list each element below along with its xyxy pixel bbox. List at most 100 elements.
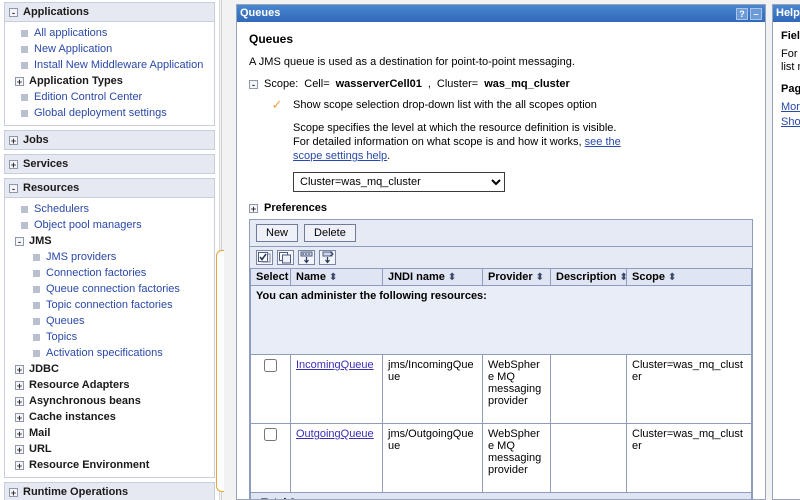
sort-icon[interactable]: ⬍ <box>536 272 544 283</box>
delete-button[interactable]: Delete <box>304 224 356 242</box>
sidebar-node-asynchronous-beans[interactable]: + Asynchronous beans <box>5 393 214 409</box>
table-header-name[interactable]: Name ⬍ <box>290 269 383 286</box>
expand-icon[interactable]: + <box>9 135 18 145</box>
resources-table: Select Name ⬍ JNDI name ⬍ Provider ⬍ Descriptio… <box>250 269 752 499</box>
help-portlet-titlebar: Help <box>773 5 800 22</box>
sidebar-item-jms-providers[interactable]: JMS providers <box>5 249 214 265</box>
table-header-provider[interactable]: Provider ⬍ <box>482 269 551 286</box>
nav-collapse-handle[interactable] <box>216 250 224 492</box>
sidebar-node-application-types[interactable]: + Application Types <box>5 73 214 89</box>
sidebar-item-topic-connection-factories[interactable]: Topic connection factories <box>5 297 214 313</box>
queue-name-link[interactable]: OutgoingQueue <box>296 428 374 440</box>
sidebar-item-global-deployment-settings[interactable]: Global deployment settings <box>5 105 214 121</box>
sort-icon[interactable]: ⬍ <box>448 272 456 283</box>
nav-group-header[interactable]: - Applications <box>5 3 214 22</box>
sort-icon[interactable]: ⬍ <box>329 272 337 283</box>
sidebar-item-new-application[interactable]: New Application <box>5 41 214 57</box>
nav-group-header[interactable]: - Resources <box>5 179 214 198</box>
scope-select[interactable]: Cluster=was_mq_cluster <box>293 172 505 192</box>
collapse-icon[interactable]: - <box>9 183 18 193</box>
sidebar-node-label: Mail <box>29 427 51 439</box>
sidebar-item-queues[interactable]: Queues <box>5 313 214 329</box>
sidebar-item-object-pool-managers[interactable]: Object pool managers <box>5 217 214 233</box>
row-select-checkbox[interactable] <box>264 428 277 441</box>
sidebar-item-label[interactable]: Topic connection factories <box>46 298 173 312</box>
queue-name-link[interactable]: IncomingQueue <box>296 359 374 371</box>
sidebar-item-topics[interactable]: Topics <box>5 329 214 345</box>
table-header-label: Description <box>556 271 617 283</box>
sort-icon[interactable]: ⬍ <box>668 272 676 283</box>
sidebar-node-label: URL <box>29 443 52 455</box>
table-header-description[interactable]: Description ⬍ <box>550 269 628 286</box>
sidebar-item-label[interactable]: Install New Middleware Application <box>34 58 203 72</box>
collapse-icon[interactable]: - <box>9 7 18 17</box>
expand-icon[interactable]: + <box>15 364 24 374</box>
sidebar-item-edition-control-center[interactable]: Edition Control Center <box>5 89 214 105</box>
scope-cell-label: Cell= <box>304 78 330 90</box>
sort-icon[interactable]: ⬍ <box>620 272 628 283</box>
sidebar-item-label[interactable]: All applications <box>34 26 107 40</box>
sidebar-node-resource-adapters[interactable]: + Resource Adapters <box>5 377 214 393</box>
nav-group-header[interactable]: + Services <box>5 155 214 173</box>
sidebar-item-label[interactable]: Queue connection factories <box>46 282 180 296</box>
sidebar-item-activation-specifications[interactable]: Activation specifications <box>5 345 214 361</box>
sidebar-item-label[interactable]: Edition Control Center <box>34 90 142 104</box>
expand-icon[interactable]: + <box>15 396 24 406</box>
table-header-scope[interactable]: Scope ⬍ <box>626 269 752 286</box>
sidebar-item-all-applications[interactable]: All applications <box>5 25 214 41</box>
nav-group-header[interactable]: + Runtime Operations <box>5 483 214 500</box>
row-provider-cell: WebSphere MQ messaging provider <box>482 423 551 493</box>
sidebar-item-label[interactable]: JMS providers <box>46 250 116 264</box>
deselect-all-icon[interactable] <box>277 250 294 265</box>
table-header-jndi-name[interactable]: JNDI name ⬍ <box>382 269 483 286</box>
sidebar-node-jdbc[interactable]: + JDBC <box>5 361 214 377</box>
portlet-help-icon[interactable]: ? <box>736 7 748 20</box>
nav-group-resources: - Resources Schedulers Object pool managers… <box>4 178 215 478</box>
new-button[interactable]: New <box>256 224 299 242</box>
sidebar-node-cache-instances[interactable]: + Cache instances <box>5 409 214 425</box>
sidebar-node-jms[interactable]: - JMS <box>5 233 214 249</box>
expand-icon[interactable]: + <box>15 412 24 422</box>
select-all-icon[interactable] <box>256 250 273 265</box>
sidebar-item-label[interactable]: Activation specifications <box>46 346 163 360</box>
show-filter-row-icon[interactable] <box>298 250 315 265</box>
expand-icon[interactable]: + <box>15 380 24 390</box>
sidebar-item-connection-factories[interactable]: Connection factories <box>5 265 214 281</box>
expand-icon[interactable]: + <box>15 76 24 86</box>
scope-collapse-icon[interactable]: - <box>249 79 258 89</box>
bullet-icon <box>33 269 40 277</box>
bullet-icon <box>21 205 28 213</box>
check-icon: ✓ <box>271 97 283 112</box>
help-portlet: Help Field help For field help informati… <box>772 4 800 500</box>
sidebar-item-schedulers[interactable]: Schedulers <box>5 201 214 217</box>
sidebar-item-install-new-middleware-application[interactable]: Install New Middleware Application <box>5 57 214 73</box>
collapse-icon[interactable]: - <box>15 236 24 246</box>
sidebar-item-queue-connection-factories[interactable]: Queue connection factories <box>5 281 214 297</box>
help-link-scope-settings[interactable]: Show scope settings <box>781 116 800 128</box>
sidebar-item-label[interactable]: Global deployment settings <box>34 106 167 120</box>
nav-group-header[interactable]: + Jobs <box>5 131 214 149</box>
sidebar-item-label[interactable]: Connection factories <box>46 266 146 280</box>
row-provider-cell: WebSphere MQ messaging provider <box>482 354 551 424</box>
preferences-expand-icon[interactable]: + <box>249 203 258 213</box>
sidebar-node-resource-environment[interactable]: + Resource Environment <box>5 457 214 473</box>
sidebar-item-label[interactable]: Topics <box>46 330 77 344</box>
row-select-checkbox[interactable] <box>264 359 277 372</box>
portlet-minimize-icon[interactable]: – <box>750 7 762 20</box>
sidebar-node-url[interactable]: + URL <box>5 441 214 457</box>
help-link-more-info[interactable]: More information about this page <box>781 101 800 113</box>
sidebar-item-label[interactable]: Object pool managers <box>34 218 142 232</box>
sidebar-node-mail[interactable]: + Mail <box>5 425 214 441</box>
expand-icon[interactable]: + <box>15 444 24 454</box>
sidebar-item-label[interactable]: Schedulers <box>34 202 89 216</box>
expand-icon[interactable]: + <box>15 460 24 470</box>
hide-filter-row-icon[interactable] <box>319 250 336 265</box>
sidebar-node-label: Resource Environment <box>29 459 150 471</box>
expand-icon[interactable]: + <box>15 428 24 438</box>
preferences-toggle[interactable]: + Preferences <box>249 202 753 214</box>
scope-show-dropdown-option[interactable]: ✓ Show scope selection drop-down list wi… <box>249 97 753 112</box>
expand-icon[interactable]: + <box>9 487 18 497</box>
sidebar-item-label[interactable]: Queues <box>46 314 85 328</box>
sidebar-item-label[interactable]: New Application <box>34 42 112 56</box>
expand-icon[interactable]: + <box>9 159 18 169</box>
